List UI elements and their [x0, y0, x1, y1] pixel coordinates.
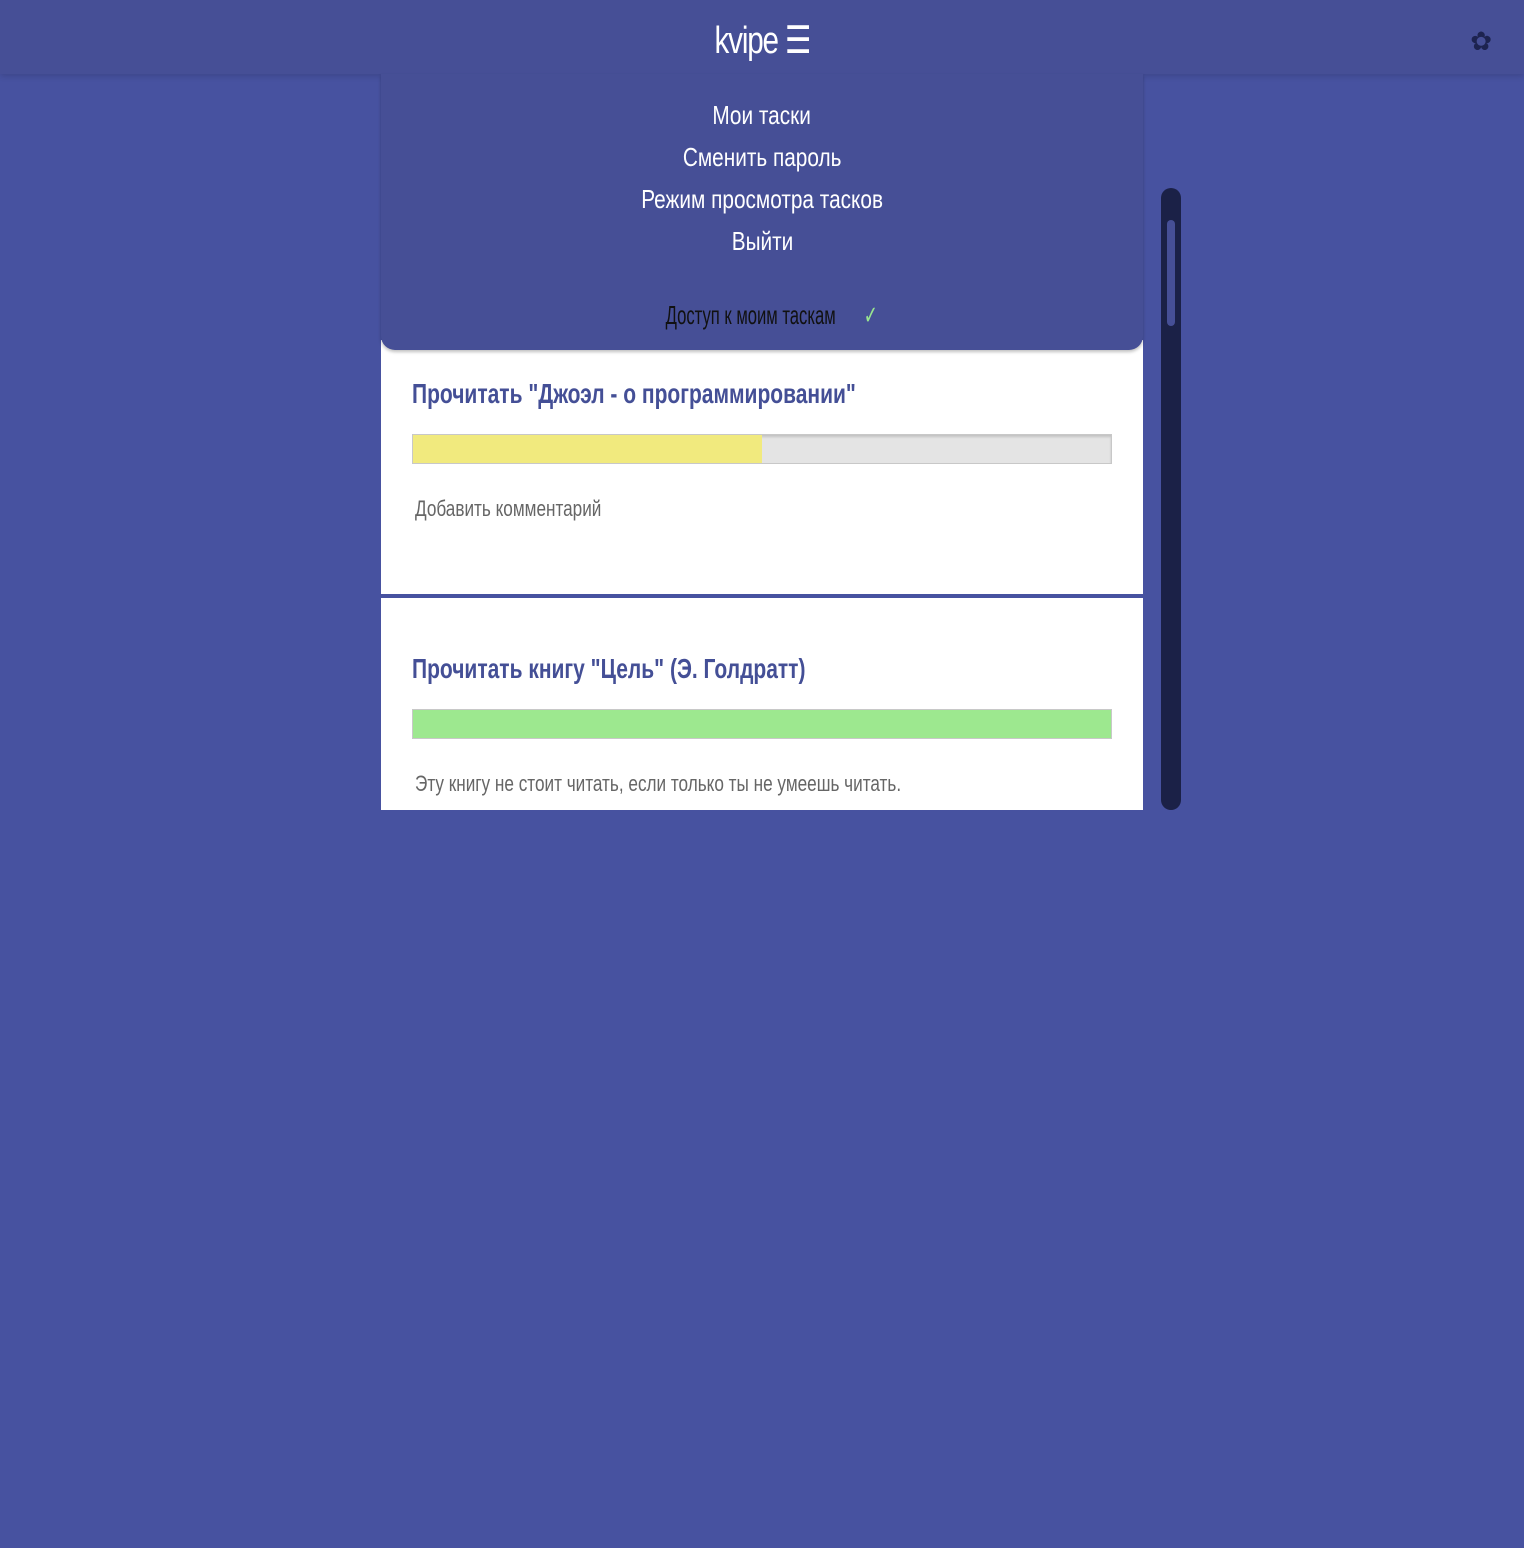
task-card: Прочитать книгу "Цель" (Э. Голдратт) Эту… [381, 598, 1143, 810]
brand-name: kvipe [714, 20, 779, 62]
brand[interactable]: kvipe ☰ [0, 18, 1524, 63]
menu-item-view-mode[interactable]: Режим просмотра тасков [381, 184, 1143, 215]
task-title[interactable]: Прочитать книгу "Цель" (Э. Голдратт) [412, 653, 805, 685]
top-bar: kvipe ☰ ✿ [0, 0, 1524, 74]
task-progress-bar[interactable] [412, 709, 1112, 739]
progress-fill [413, 435, 762, 463]
task-title[interactable]: Прочитать "Джоэл - о программировании" [412, 378, 856, 410]
task-progress-bar[interactable] [412, 434, 1112, 464]
task-comment[interactable]: Добавить комментарий [415, 496, 601, 522]
menu-item-my-tasks[interactable]: Мои таски [381, 100, 1143, 131]
progress-fill [413, 710, 1111, 738]
hamburger-menu-icon[interactable]: ☰ [784, 20, 811, 62]
scrollbar-thumb[interactable] [1167, 220, 1175, 326]
check-icon: ✓ [863, 300, 878, 330]
dropdown-menu: Мои таски Сменить пароль Режим просмотра… [381, 74, 1143, 350]
access-label: Доступ к моим таскам [665, 300, 836, 330]
menu-item-change-password[interactable]: Сменить пароль [381, 142, 1143, 173]
task-list: Прочитать "Джоэл - о программировании" Д… [381, 340, 1143, 810]
task-card: Прочитать "Джоэл - о программировании" Д… [381, 340, 1143, 594]
scrollbar[interactable] [1161, 188, 1181, 810]
access-toggle[interactable]: Доступ к моим таскам ✓ [381, 300, 1143, 331]
task-comment[interactable]: Эту книгу не стоит читать, если только т… [415, 771, 901, 797]
settings-icon[interactable]: ✿ [1470, 28, 1492, 54]
menu-item-logout[interactable]: Выйти [381, 226, 1143, 257]
